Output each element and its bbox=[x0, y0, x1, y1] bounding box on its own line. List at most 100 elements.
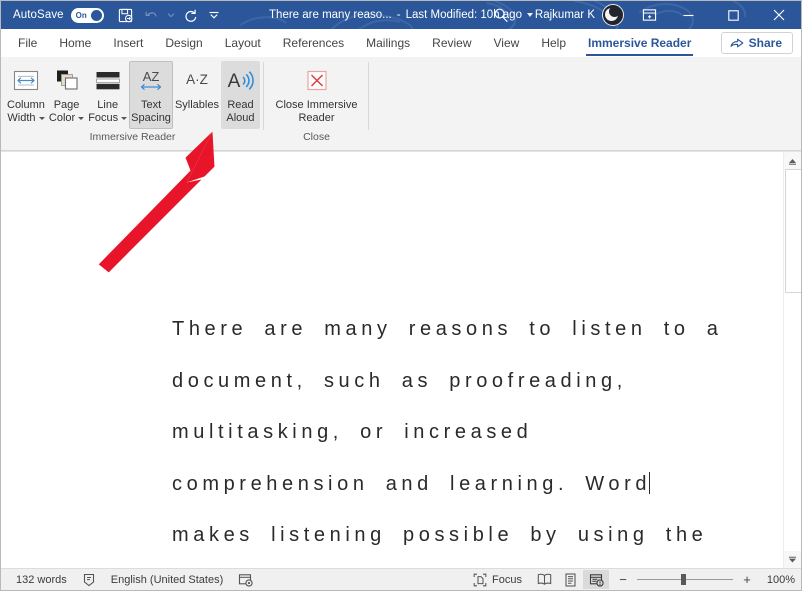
read-aloud-icon: A bbox=[223, 65, 257, 97]
close-icon[interactable] bbox=[756, 1, 801, 29]
status-bar: 132 words English (United States) Focus … bbox=[1, 568, 801, 590]
tab-layout[interactable]: Layout bbox=[214, 29, 272, 57]
ribbon-button-read-aloud[interactable]: A Read Aloud bbox=[221, 61, 260, 129]
word-count[interactable]: 132 words bbox=[7, 570, 76, 589]
minimize-icon[interactable] bbox=[666, 1, 711, 29]
ribbon-display-options-icon[interactable] bbox=[632, 1, 666, 29]
ribbon-button-close-immersive-reader[interactable]: Close Immersive Reader bbox=[271, 61, 363, 129]
tab-label: Immersive Reader bbox=[588, 36, 691, 50]
focus-icon bbox=[473, 573, 487, 587]
tab-references[interactable]: References bbox=[272, 29, 355, 57]
tab-home[interactable]: Home bbox=[48, 29, 102, 57]
title-separator: - bbox=[397, 9, 401, 21]
ribbon-button-label: Syllables bbox=[175, 99, 219, 112]
autosave-toggle[interactable]: On bbox=[71, 8, 104, 23]
undo-icon[interactable] bbox=[140, 4, 164, 26]
ribbon-button-page-color[interactable]: Page Color bbox=[47, 61, 86, 129]
autosave-label: AutoSave bbox=[13, 9, 64, 21]
proofing-errors-icon[interactable] bbox=[76, 570, 102, 589]
zoom-slider[interactable] bbox=[637, 579, 733, 580]
zoom-control: − + 100% bbox=[609, 572, 795, 588]
scroll-down-icon[interactable] bbox=[784, 551, 801, 568]
ribbon-button-syllables[interactable]: A·Z Syllables bbox=[173, 61, 221, 129]
save-icon[interactable] bbox=[114, 4, 138, 26]
quick-access-toolbar: AutoSave On bbox=[1, 4, 223, 26]
svg-text:A·Z: A·Z bbox=[186, 72, 208, 87]
chevron-down-icon[interactable] bbox=[39, 117, 45, 120]
tab-label: Help bbox=[541, 36, 566, 50]
document-text-before-caret: There are many reasons to listen to a do… bbox=[172, 318, 740, 495]
scrollbar-thumb[interactable] bbox=[785, 169, 801, 293]
ribbon-tabs: File Home Insert Design Layout Reference… bbox=[1, 29, 801, 57]
zoom-out-button[interactable]: − bbox=[615, 572, 631, 588]
view-print-layout[interactable] bbox=[557, 570, 583, 589]
zoom-in-label: + bbox=[743, 572, 751, 587]
syllables-icon: A·Z bbox=[179, 65, 215, 97]
undo-dropdown-icon[interactable] bbox=[166, 4, 177, 26]
text-cursor bbox=[649, 472, 650, 494]
toggle-knob bbox=[91, 10, 102, 21]
tab-insert[interactable]: Insert bbox=[102, 29, 154, 57]
view-read-mode[interactable] bbox=[531, 570, 557, 589]
ribbon-group-close: Close Immersive Reader Close bbox=[264, 57, 369, 150]
tab-review[interactable]: Review bbox=[421, 29, 482, 57]
language-status[interactable]: English (United States) bbox=[102, 570, 233, 589]
focus-mode-button[interactable]: Focus bbox=[464, 570, 531, 589]
tab-view[interactable]: View bbox=[483, 29, 531, 57]
document-title[interactable]: There are many reaso... bbox=[269, 9, 392, 21]
ribbon-button-column-width[interactable]: Column Width bbox=[5, 61, 47, 129]
zoom-slider-thumb[interactable] bbox=[681, 574, 686, 585]
tab-design[interactable]: Design bbox=[154, 29, 213, 57]
ribbon-button-label: Read bbox=[227, 99, 253, 112]
ribbon-button-label: Text bbox=[141, 99, 161, 112]
search-icon[interactable] bbox=[481, 1, 521, 29]
focus-label: Focus bbox=[492, 574, 522, 586]
share-button[interactable]: Share bbox=[721, 32, 793, 54]
ribbon-group-label: Close bbox=[264, 131, 369, 150]
scroll-up-icon[interactable] bbox=[784, 152, 801, 169]
view-web-layout[interactable] bbox=[583, 570, 609, 589]
zoom-level[interactable]: 100% bbox=[761, 574, 795, 586]
close-immersive-reader-icon bbox=[302, 65, 332, 97]
avatar[interactable] bbox=[602, 4, 624, 26]
column-width-icon bbox=[11, 65, 41, 97]
word-count-label: 132 words bbox=[16, 574, 67, 586]
autosave-state: On bbox=[76, 11, 87, 20]
customize-quick-access-icon[interactable] bbox=[205, 4, 223, 26]
chevron-down-icon[interactable] bbox=[78, 117, 84, 120]
line-focus-icon bbox=[93, 65, 123, 97]
ribbon-button-label2: Focus bbox=[88, 112, 118, 125]
ribbon-button-label: Close Immersive bbox=[276, 99, 358, 112]
text-spacing-icon: AZ bbox=[135, 65, 167, 97]
redo-icon[interactable] bbox=[179, 4, 203, 26]
ribbon-group-label: Immersive Reader bbox=[1, 131, 264, 150]
tab-file[interactable]: File bbox=[7, 29, 48, 57]
page-color-icon bbox=[52, 65, 82, 97]
account-menu[interactable]: Rajkumar K bbox=[521, 4, 632, 26]
vertical-scrollbar[interactable] bbox=[783, 152, 801, 568]
tab-label: Insert bbox=[113, 36, 143, 50]
zoom-out-label: − bbox=[619, 572, 627, 587]
accessibility-checker-icon[interactable] bbox=[232, 570, 259, 589]
document-area: There are many reasons to listen to a do… bbox=[1, 151, 801, 568]
maximize-icon[interactable] bbox=[711, 1, 756, 29]
tab-help[interactable]: Help bbox=[530, 29, 577, 57]
ribbon-button-text-spacing[interactable]: AZ Text Spacing bbox=[129, 61, 173, 129]
language-label: English (United States) bbox=[111, 574, 224, 586]
tab-label: References bbox=[283, 36, 344, 50]
zoom-in-button[interactable]: + bbox=[739, 572, 755, 588]
svg-text:A: A bbox=[228, 71, 241, 92]
ribbon-button-label: Column bbox=[7, 99, 45, 112]
ribbon-button-label2: Color bbox=[49, 112, 75, 125]
scrollbar-track[interactable] bbox=[784, 169, 801, 551]
document-page[interactable]: There are many reasons to listen to a do… bbox=[1, 152, 783, 568]
tab-label: Review bbox=[432, 36, 471, 50]
ribbon-button-line-focus[interactable]: Line Focus bbox=[86, 61, 129, 129]
chevron-down-icon[interactable] bbox=[121, 117, 127, 120]
ribbon-button-label2: Reader bbox=[298, 112, 334, 125]
ribbon-button-label2: Spacing bbox=[131, 112, 171, 125]
document-text[interactable]: There are many reasons to listen to a do… bbox=[172, 304, 723, 568]
tab-immersive-reader[interactable]: Immersive Reader bbox=[577, 29, 702, 57]
tab-mailings[interactable]: Mailings bbox=[355, 29, 421, 57]
share-label: Share bbox=[749, 36, 782, 50]
